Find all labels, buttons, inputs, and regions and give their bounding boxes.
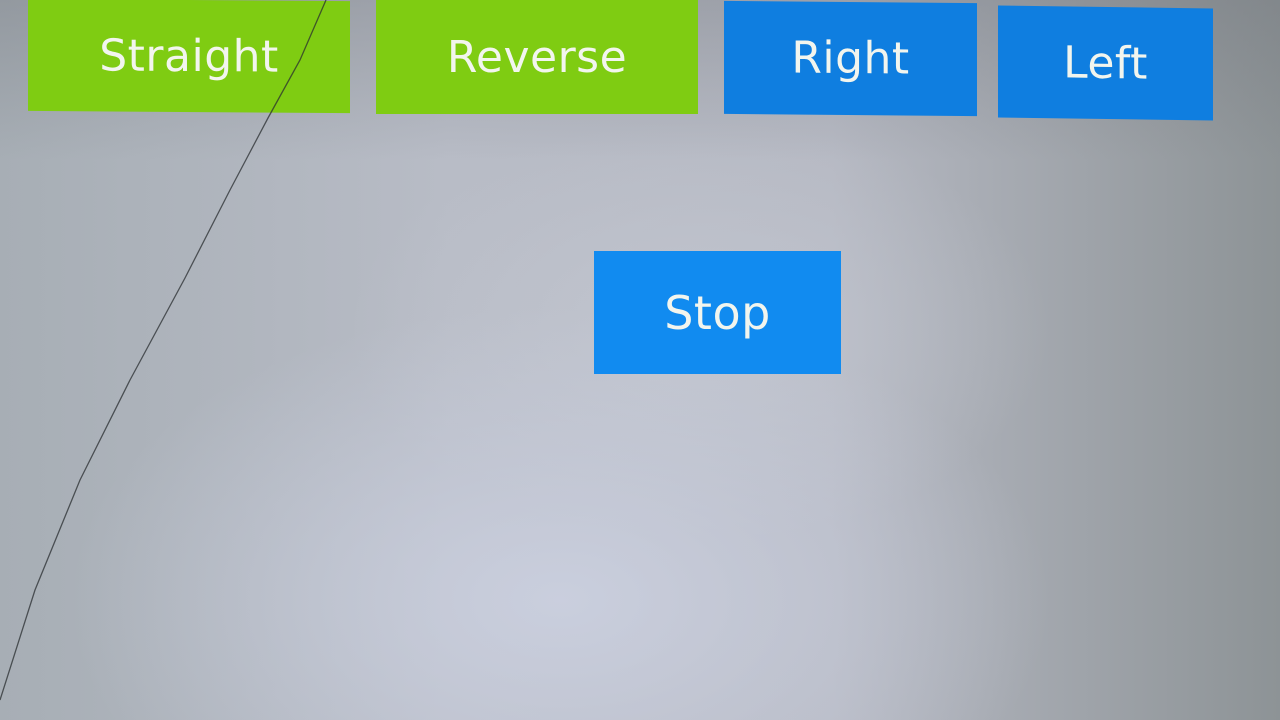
stop-button-label: Stop — [664, 285, 771, 340]
straight-button[interactable]: Straight — [28, 0, 350, 114]
left-button[interactable]: Left — [998, 5, 1213, 121]
reverse-button[interactable]: Reverse — [376, 0, 698, 114]
right-button[interactable]: Right — [724, 0, 977, 117]
reverse-button-label: Reverse — [446, 31, 628, 83]
left-button-label: Left — [1063, 36, 1148, 90]
stop-button[interactable]: Stop — [594, 251, 841, 374]
control-screen: Straight Reverse Right Left Stop — [0, 0, 1280, 720]
straight-button-label: Straight — [99, 29, 279, 83]
right-button-label: Right — [791, 32, 910, 85]
